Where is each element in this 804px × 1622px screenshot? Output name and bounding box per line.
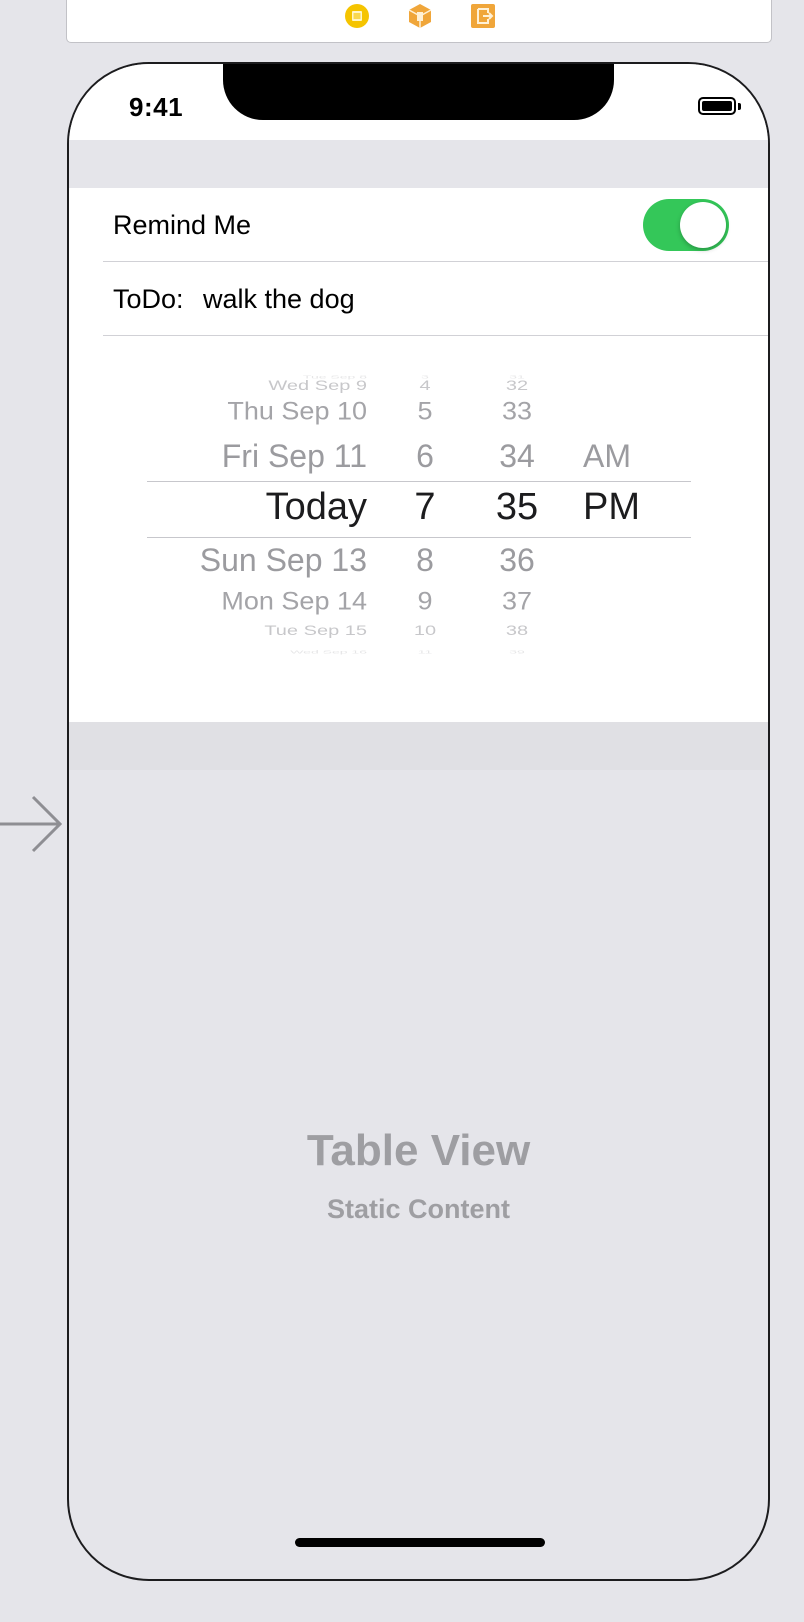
table-view-subtitle: Static Content (326, 1194, 510, 1224)
todo-value[interactable]: walk the dog (203, 284, 355, 315)
picker-minute-item[interactable]: 39 (477, 650, 557, 655)
status-time: 9:41 (129, 92, 184, 122)
scene-dock (66, 0, 772, 43)
picker-date-item[interactable]: Thu Sep 10 (227, 399, 367, 424)
remind-me-switch[interactable] (643, 199, 729, 251)
picker-date-item[interactable]: Tue Sep 15 (264, 624, 367, 638)
picker-minute-item[interactable]: 37 (477, 589, 557, 614)
picker-date-item[interactable]: Fri Sep 11 (222, 440, 367, 472)
picker-hour-item[interactable]: 5 (385, 399, 465, 424)
battery-icon (698, 97, 736, 115)
device-frame: 9:41 Remind Me ToDo: walk the dog Tue Se… (67, 62, 770, 1581)
todo-cell[interactable]: ToDo: walk the dog (69, 262, 768, 336)
picker-hour-item[interactable]: 8 (385, 544, 465, 576)
battery-cap (738, 103, 741, 110)
picker-selection-bottom-line (147, 537, 691, 538)
home-indicator (295, 1538, 545, 1547)
picker-ampm-item[interactable]: AM (583, 440, 631, 472)
picker-minute-item[interactable]: 32 (477, 379, 557, 393)
remind-me-cell[interactable]: Remind Me (69, 188, 768, 262)
picker-minute-item[interactable]: 36 (477, 544, 557, 576)
picker-minute-item[interactable]: 38 (477, 624, 557, 638)
picker-hour-item[interactable]: 4 (385, 379, 465, 393)
picker-hour-item[interactable]: 10 (385, 624, 465, 638)
picker-minute-item[interactable]: 34 (477, 440, 557, 472)
picker-hour-item[interactable]: 6 (385, 440, 465, 472)
entry-point-arrow-icon[interactable] (0, 794, 64, 854)
picker-minute-item[interactable]: 33 (477, 399, 557, 424)
todo-label: ToDo: (113, 284, 184, 314)
date-picker[interactable]: Tue Sep 8 Wed Sep 9 Thu Sep 10 Fri Sep 11 To… (147, 336, 691, 722)
section-footer-spacer (69, 722, 768, 770)
view-controller-icon[interactable] (344, 3, 370, 29)
picker-hour-item[interactable]: 11 (385, 650, 465, 655)
picker-hour-item[interactable]: 7 (385, 488, 465, 526)
switch-knob (680, 202, 726, 248)
remind-me-label: Remind Me (113, 210, 252, 240)
picker-date-item[interactable]: Wed Sep 9 (268, 379, 367, 393)
section-header-spacer (69, 140, 768, 188)
device-notch (223, 64, 614, 120)
picker-date-item[interactable]: Wed Sep 16 (290, 650, 367, 655)
first-responder-icon[interactable] (407, 3, 433, 29)
status-bar: 9:41 (69, 64, 768, 140)
picker-date-item[interactable]: Today (266, 488, 367, 526)
picker-minute-item[interactable]: 35 (477, 488, 557, 526)
picker-date-item[interactable]: Mon Sep 14 (221, 589, 367, 614)
exit-icon[interactable] (470, 3, 496, 29)
picker-hour-item[interactable]: 9 (385, 589, 465, 614)
picker-date-item[interactable]: Sun Sep 13 (200, 544, 367, 576)
picker-selection-top-line (147, 481, 691, 482)
date-picker-cell: Tue Sep 8 Wed Sep 9 Thu Sep 10 Fri Sep 11 To… (69, 336, 768, 722)
table-view-title: Table View (306, 1126, 531, 1175)
picker-ampm-item[interactable]: PM (583, 488, 640, 526)
